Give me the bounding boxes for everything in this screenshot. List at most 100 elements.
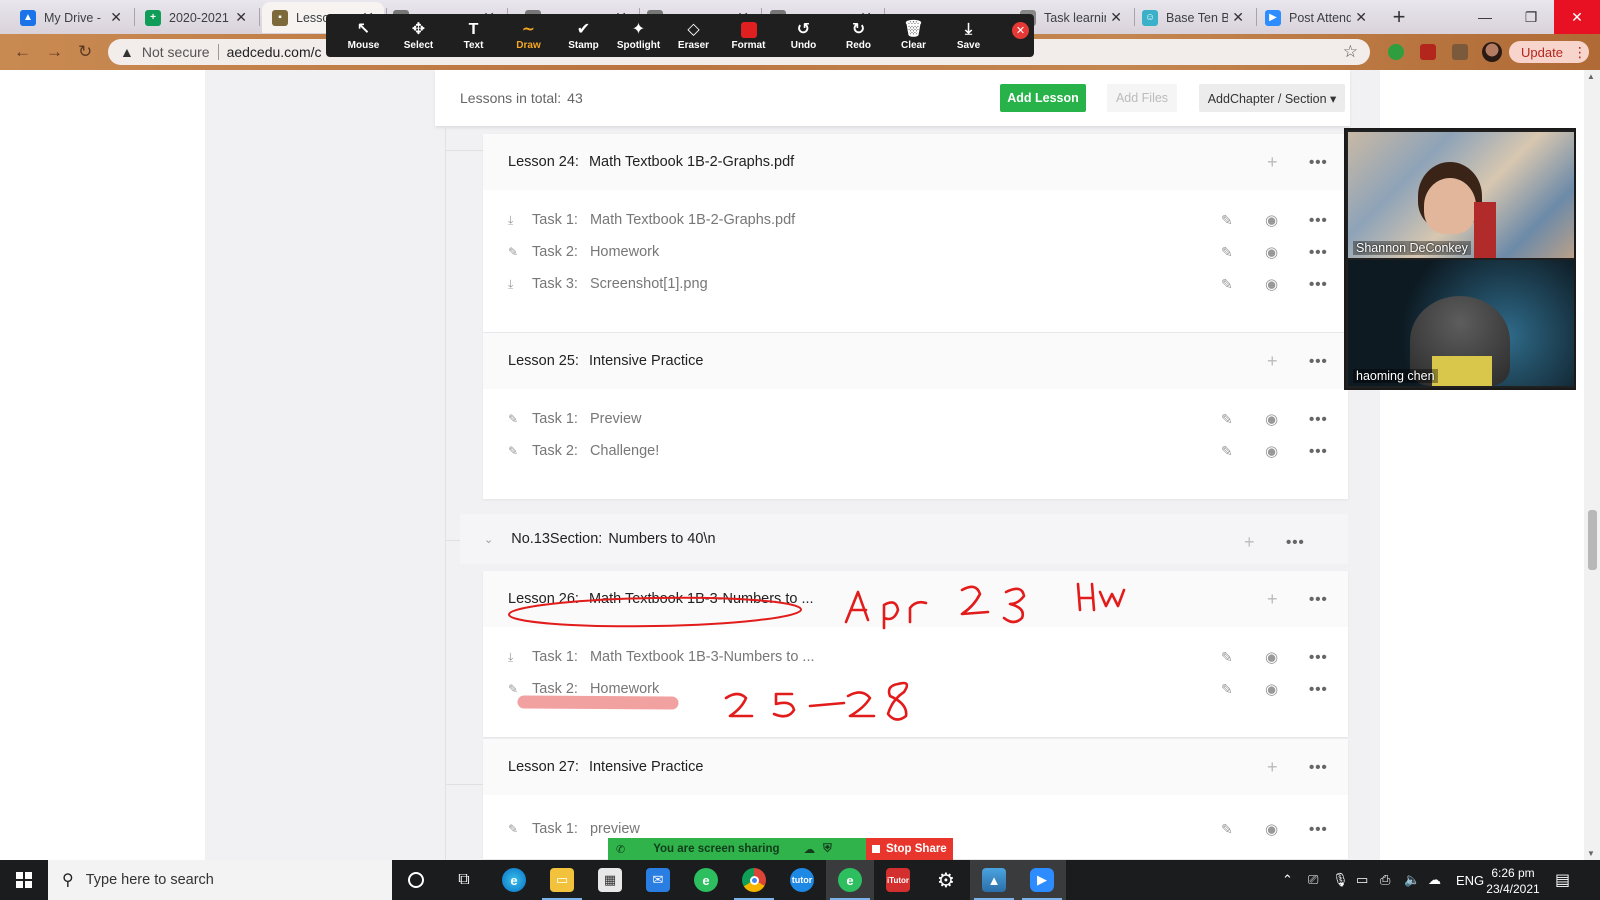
- task-more-icon[interactable]: •••: [1309, 268, 1328, 300]
- task-more-icon[interactable]: •••: [1309, 236, 1328, 268]
- scroll-up-icon[interactable]: ▲: [1587, 72, 1595, 81]
- share-grip-icon[interactable]: ✆: [616, 843, 625, 856]
- edit-icon[interactable]: ✎: [1221, 673, 1233, 705]
- volume-icon[interactable]: 🔈: [1404, 860, 1420, 900]
- forward-icon[interactable]: →: [46, 42, 63, 62]
- preview-eye-icon[interactable]: ◉: [1265, 403, 1278, 435]
- annotate-tool-stamp[interactable]: ✔ Stamp: [556, 14, 611, 57]
- task-title[interactable]: Screenshot[1].png: [590, 276, 708, 292]
- task-title[interactable]: preview: [590, 821, 640, 837]
- task-row[interactable]: ✎ Task 2: Homework ✎ ◉ •••: [483, 673, 1348, 705]
- edit-icon[interactable]: ✎: [1221, 641, 1233, 673]
- task-more-icon[interactable]: •••: [1309, 204, 1328, 236]
- browser-tab[interactable]: +2020-2021 ✕: [135, 2, 257, 33]
- browser-menu-icon[interactable]: ⋮: [1573, 44, 1587, 61]
- annotate-tool-eraser[interactable]: ◇ Eraser: [666, 14, 721, 57]
- preview-eye-icon[interactable]: ◉: [1265, 236, 1278, 268]
- task-row[interactable]: ✎ Task 2: Homework ✎ ◉ •••: [483, 236, 1348, 268]
- profile-avatar[interactable]: [1482, 42, 1502, 62]
- annotate-tool-clear[interactable]: 🗑 Clear: [886, 14, 941, 57]
- lesson-title[interactable]: Intensive Practice: [589, 353, 703, 369]
- edit-icon[interactable]: ✎: [1221, 435, 1233, 467]
- extensions-puzzle-icon[interactable]: [1452, 44, 1468, 60]
- task-more-icon[interactable]: •••: [1309, 435, 1328, 467]
- battery-icon[interactable]: ▭: [1356, 860, 1368, 900]
- add-task-icon[interactable]: +: [1267, 739, 1278, 795]
- url-text[interactable]: aedcedu.com/c: [227, 44, 322, 60]
- task-title[interactable]: Challenge!: [590, 443, 659, 459]
- bookmark-star-icon[interactable]: ☆: [1343, 42, 1358, 62]
- scrollbar-thumb[interactable]: [1588, 510, 1597, 570]
- annotate-tool-spotlight[interactable]: ✦ Spotlight: [611, 14, 666, 57]
- annotate-tool-mouse[interactable]: ↖ Mouse: [336, 14, 391, 57]
- task-more-icon[interactable]: •••: [1309, 403, 1328, 435]
- add-chapter-section-button[interactable]: AddChapter / Section ▾: [1199, 84, 1345, 112]
- annotate-tool-undo[interactable]: ↺ Undo: [776, 14, 831, 57]
- video-tile[interactable]: haoming chen: [1348, 260, 1574, 386]
- add-lesson-button[interactable]: Add Lesson: [1000, 84, 1086, 112]
- onedrive-icon[interactable]: ☁: [1428, 860, 1441, 900]
- screen-sharing-bar[interactable]: ✆ You are screen sharing ☁ ⛨: [608, 838, 866, 860]
- task-title[interactable]: Preview: [590, 411, 642, 427]
- annotate-tool-text[interactable]: T Text: [446, 14, 501, 57]
- task-row[interactable]: ⤓ Task 1: Math Textbook 1B-2-Graphs.pdf ✎ ◉ •…: [483, 204, 1348, 236]
- lesson-more-icon[interactable]: •••: [1309, 134, 1328, 190]
- lesson-header[interactable]: Lesson 24: Math Textbook 1B-2-Graphs.pdf +…: [483, 134, 1348, 190]
- tab-close-icon[interactable]: ✕: [110, 9, 122, 26]
- close-window-button[interactable]: ✕: [1554, 0, 1600, 34]
- task-more-icon[interactable]: •••: [1309, 813, 1328, 845]
- microphone-icon[interactable]: 🎙: [1332, 860, 1349, 900]
- zoom-app-icon[interactable]: ▶: [1018, 860, 1066, 900]
- restore-button[interactable]: ❐: [1508, 0, 1554, 34]
- add-icon[interactable]: +: [1244, 514, 1255, 570]
- tab-close-icon[interactable]: ✕: [1355, 9, 1367, 26]
- evernote-icon[interactable]: e: [682, 860, 730, 900]
- taskbar-clock[interactable]: 6:26 pm 23/4/2021: [1480, 865, 1546, 897]
- task-row[interactable]: ⤓ Task 3: Screenshot[1].png ✎ ◉ •••: [483, 268, 1348, 300]
- tab-close-icon[interactable]: ✕: [1232, 9, 1244, 26]
- edit-icon[interactable]: ✎: [1221, 403, 1233, 435]
- lesson-title[interactable]: Math Textbook 1B-2-Graphs.pdf: [589, 154, 794, 170]
- preview-eye-icon[interactable]: ◉: [1265, 813, 1278, 845]
- chrome-icon[interactable]: [730, 860, 778, 900]
- settings-gear-icon[interactable]: ⚙: [922, 860, 970, 900]
- task-row[interactable]: ✎ Task 2: Challenge! ✎ ◉ •••: [483, 435, 1348, 467]
- browser-tab[interactable]: ▶ Post Attend ✕: [1255, 2, 1377, 33]
- taskbar-search[interactable]: ⚲ Type here to search: [48, 860, 392, 900]
- preview-eye-icon[interactable]: ◉: [1265, 435, 1278, 467]
- minimize-button[interactable]: —: [1462, 0, 1508, 34]
- chevron-down-icon[interactable]: ⌄: [484, 533, 493, 546]
- notifications-icon[interactable]: ▤: [1555, 870, 1575, 890]
- annotate-tool-redo[interactable]: ↻ Redo: [831, 14, 886, 57]
- task-title[interactable]: Math Textbook 1B-2-Graphs.pdf: [590, 212, 795, 228]
- reload-icon[interactable]: ↻: [78, 42, 92, 62]
- back-icon[interactable]: ←: [14, 42, 31, 62]
- lesson-title[interactable]: Intensive Practice: [589, 759, 703, 775]
- mail-icon[interactable]: ✉: [634, 860, 682, 900]
- add-task-icon[interactable]: +: [1267, 571, 1278, 627]
- photos-icon[interactable]: ▲: [970, 860, 1018, 900]
- lesson-header[interactable]: Lesson 25: Intensive Practice + •••: [483, 333, 1348, 389]
- network-status-icon[interactable]: ⎙: [1380, 860, 1390, 900]
- stop-share-button[interactable]: Stop Share: [866, 838, 953, 860]
- video-panel[interactable]: Shannon DeConkey haoming chen: [1344, 128, 1576, 390]
- store-icon[interactable]: ▦: [586, 860, 634, 900]
- itutor-group-icon[interactable]: iTutor: [874, 860, 922, 900]
- lesson-more-icon[interactable]: •••: [1309, 571, 1328, 627]
- section-row[interactable]: ⌄ No.13Section: Numbers to 40\n + •••: [460, 514, 1348, 564]
- scroll-down-icon[interactable]: ▼: [1587, 849, 1595, 858]
- browser-tab[interactable]: ☺ Base Ten Bl ✕: [1132, 2, 1254, 33]
- annotate-tool-select[interactable]: ✥ Select: [391, 14, 446, 57]
- lesson-more-icon[interactable]: •••: [1309, 739, 1328, 795]
- preview-eye-icon[interactable]: ◉: [1265, 204, 1278, 236]
- annotate-tool-format[interactable]: Format: [721, 14, 776, 57]
- edge-icon[interactable]: e: [490, 860, 538, 900]
- update-button[interactable]: Update ⋮: [1509, 41, 1589, 63]
- task-title[interactable]: Math Textbook 1B-3-Numbers to ...: [590, 649, 815, 665]
- task-row[interactable]: ⤓ Task 1: Math Textbook 1B-3-Numbers to ..…: [483, 641, 1348, 673]
- close-annotate-icon[interactable]: ✕: [1012, 22, 1029, 39]
- task-title[interactable]: Homework: [590, 244, 659, 260]
- browser-tab[interactable]: ▲ My Drive - ✕: [10, 2, 132, 33]
- task-row[interactable]: ✎ Task 1: Preview ✎ ◉ •••: [483, 403, 1348, 435]
- tab-close-icon[interactable]: ✕: [235, 9, 247, 26]
